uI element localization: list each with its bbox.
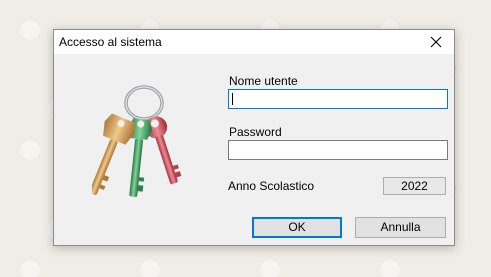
dialog-body: Nome utente Password Anno Scolastico 202… [54,54,454,245]
ok-button[interactable]: OK [252,217,342,238]
password-field[interactable] [228,140,448,160]
year-label: Anno Scolastico [228,179,315,193]
window-title: Accesso al sistema [59,35,162,49]
password-label: Password [229,125,282,139]
text-caret [232,93,233,105]
keys-icon [92,85,182,197]
year-field[interactable]: 2022 [383,177,446,195]
username-field[interactable] [228,89,448,109]
cancel-button[interactable]: Annulla [355,217,446,238]
username-label: Nome utente [229,74,298,88]
title-bar[interactable]: Accesso al sistema [54,30,454,54]
close-icon [430,36,442,48]
login-dialog: Accesso al sistema Nome utente Password … [53,29,455,246]
close-button[interactable] [422,31,450,53]
